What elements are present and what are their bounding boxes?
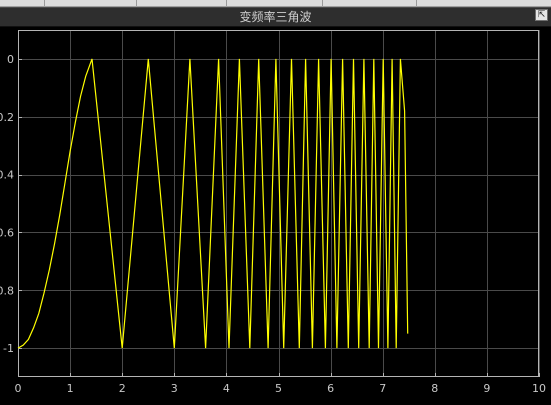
y-tick-label: 0.4 (0, 169, 14, 182)
y-tick-label: 0.8 (0, 284, 14, 297)
x-tick-label: 2 (119, 382, 126, 395)
x-tick-label: 0 (15, 382, 22, 395)
x-tick-label: 3 (171, 382, 178, 395)
x-tick-label: 9 (483, 382, 490, 395)
x-tick-label: 6 (327, 382, 334, 395)
x-tick-label: 7 (379, 382, 386, 395)
x-tick-label: 1 (67, 382, 74, 395)
plot-area (18, 30, 539, 377)
y-tick-label: 0 (7, 53, 14, 66)
x-tick-label: 4 (223, 382, 230, 395)
y-tick-label: 0.2 (0, 111, 14, 124)
scope-plot[interactable]: 0 1 2 3 4 5 6 7 8 9 10 0 0.2 0.4 0.6 0.8 -1 (0, 0, 551, 405)
y-tick-label: -1 (3, 342, 14, 355)
x-tick-label: 10 (532, 382, 546, 395)
x-tick-label: 5 (275, 382, 282, 395)
x-tick-label: 8 (431, 382, 438, 395)
y-tick-label: 0.6 (0, 226, 14, 239)
